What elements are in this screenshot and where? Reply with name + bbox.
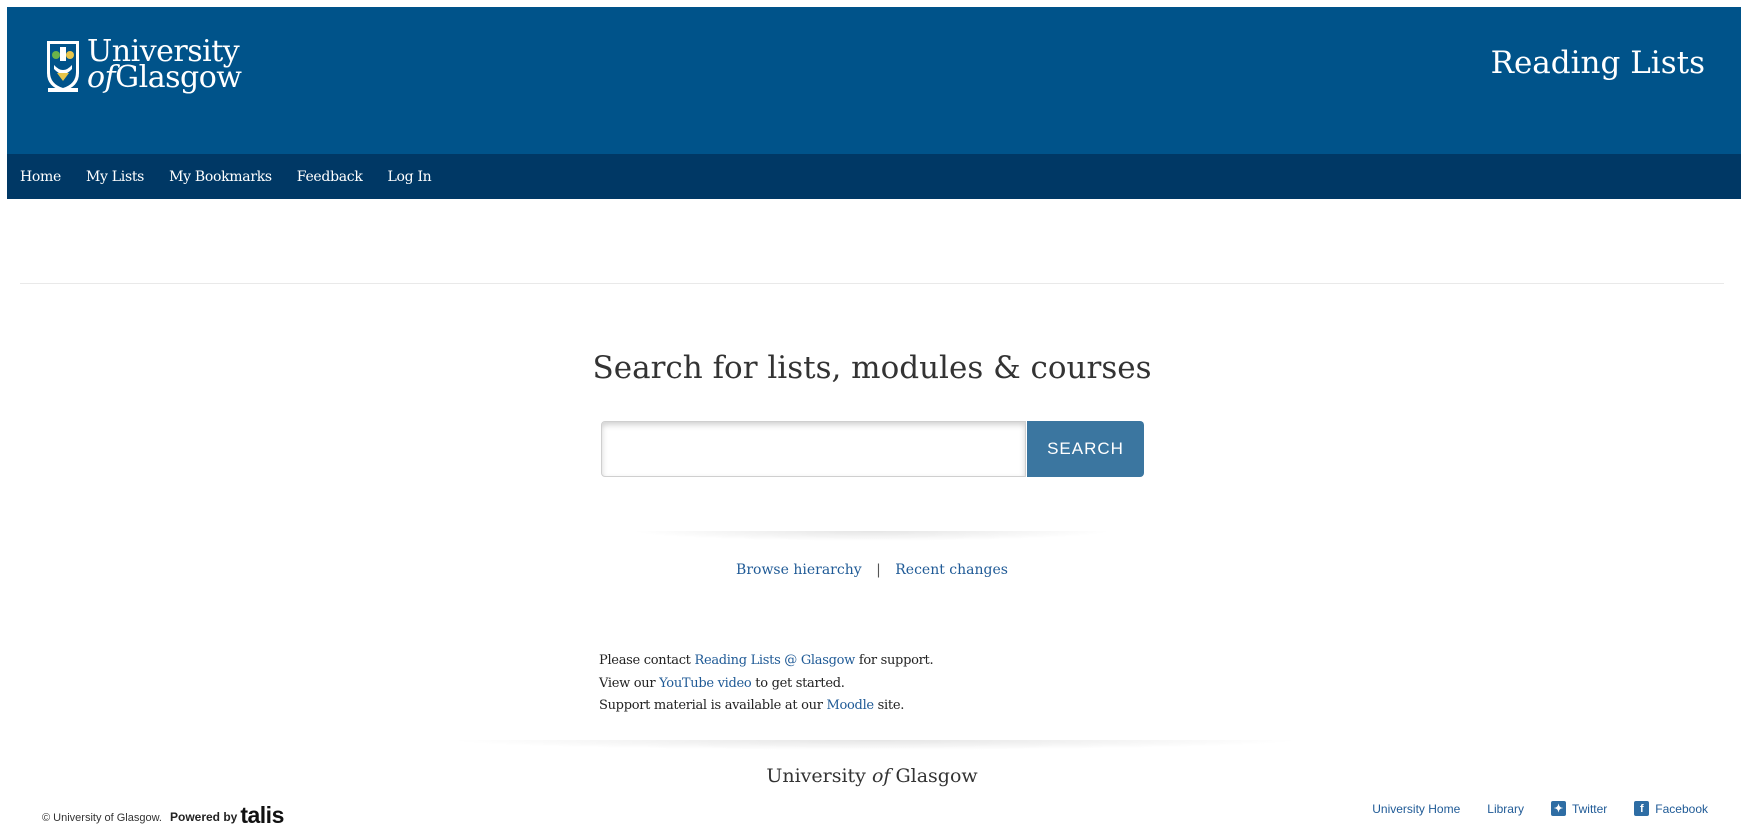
logo-line2-italic: of xyxy=(87,60,116,95)
powered-by-label: Powered by xyxy=(169,810,238,824)
nav-item-home[interactable]: Home xyxy=(20,169,61,185)
nav-item-feedback[interactable]: Feedback xyxy=(297,169,363,185)
university-crest-icon xyxy=(47,41,79,92)
support-line-2-pre: View our xyxy=(599,675,656,691)
support-line-1-post: for support. xyxy=(858,653,934,668)
browse-hierarchy-link[interactable]: Browse hierarchy xyxy=(736,562,862,578)
support-line-3-pre: Support material is available at our xyxy=(599,698,823,713)
twitter-icon: ✦ xyxy=(1550,801,1566,816)
search-separator xyxy=(630,531,1114,541)
nav-item-my-lists[interactable]: My Lists xyxy=(86,169,144,185)
footer-brand-italic: of xyxy=(871,765,891,787)
talis-logo[interactable]: talis xyxy=(240,804,284,827)
site-title[interactable]: Reading Lists xyxy=(1491,45,1705,81)
facebook-icon: f xyxy=(1634,801,1650,816)
moodle-link[interactable]: Moodle xyxy=(826,698,874,713)
twitter-label: Twitter xyxy=(1571,801,1608,816)
footer-brand-post: Glasgow xyxy=(895,765,978,787)
search-input[interactable] xyxy=(601,421,1026,477)
youtube-video-link[interactable]: YouTube video xyxy=(659,676,752,691)
support-line-3-post: site. xyxy=(877,698,905,713)
browse-links: Browse hierarchy | Recent changes xyxy=(0,562,1744,578)
logo-wordmark: University ofGlasgow xyxy=(87,37,242,93)
university-home-link[interactable]: University Home xyxy=(1372,802,1460,816)
search-heading: Search for lists, modules & courses xyxy=(592,350,1152,386)
facebook-link[interactable]: f Facebook xyxy=(1634,801,1708,816)
site-header: University ofGlasgow Reading Lists xyxy=(7,7,1741,154)
logo-line2: ofGlasgow xyxy=(87,63,242,93)
support-line-3: Support material is available at our Moo… xyxy=(599,695,933,718)
support-line-2: View our YouTube video to get started. xyxy=(599,673,933,696)
support-info: Please contact Reading Lists @ Glasgow f… xyxy=(599,650,934,718)
reading-lists-contact-link[interactable]: Reading Lists @ Glasgow xyxy=(694,653,855,668)
footer-brand: University of Glasgow xyxy=(0,765,1744,787)
nav-item-log-in[interactable]: Log In xyxy=(388,169,432,185)
twitter-link[interactable]: ✦ Twitter xyxy=(1550,801,1608,816)
support-line-1: Please contact Reading Lists @ Glasgow f… xyxy=(599,650,934,673)
footer-separator xyxy=(445,740,1305,750)
nav-item-my-bookmarks[interactable]: My Bookmarks xyxy=(169,169,272,185)
footer-brand-pre: University xyxy=(766,765,866,787)
content-divider xyxy=(20,283,1724,284)
support-line-1-pre: Please contact xyxy=(599,653,691,668)
logo-line2-rest: Glasgow xyxy=(115,60,242,95)
copyright: © University of Glasgow. Powered by tali… xyxy=(42,804,284,827)
footer-links: University Home Library ✦ Twitter f Face… xyxy=(1345,801,1708,816)
support-line-2-post: to get started. xyxy=(755,675,845,691)
recent-changes-link[interactable]: Recent changes xyxy=(895,562,1008,578)
facebook-label: Facebook xyxy=(1655,801,1708,816)
main-nav: Home My Lists My Bookmarks Feedback Log … xyxy=(7,154,1741,199)
search-button[interactable]: SEARCH xyxy=(1027,421,1144,477)
copyright-text: © University of Glasgow. xyxy=(42,812,162,824)
library-link[interactable]: Library xyxy=(1487,802,1524,816)
links-separator: | xyxy=(876,562,881,578)
university-logo[interactable]: University ofGlasgow xyxy=(45,37,242,93)
